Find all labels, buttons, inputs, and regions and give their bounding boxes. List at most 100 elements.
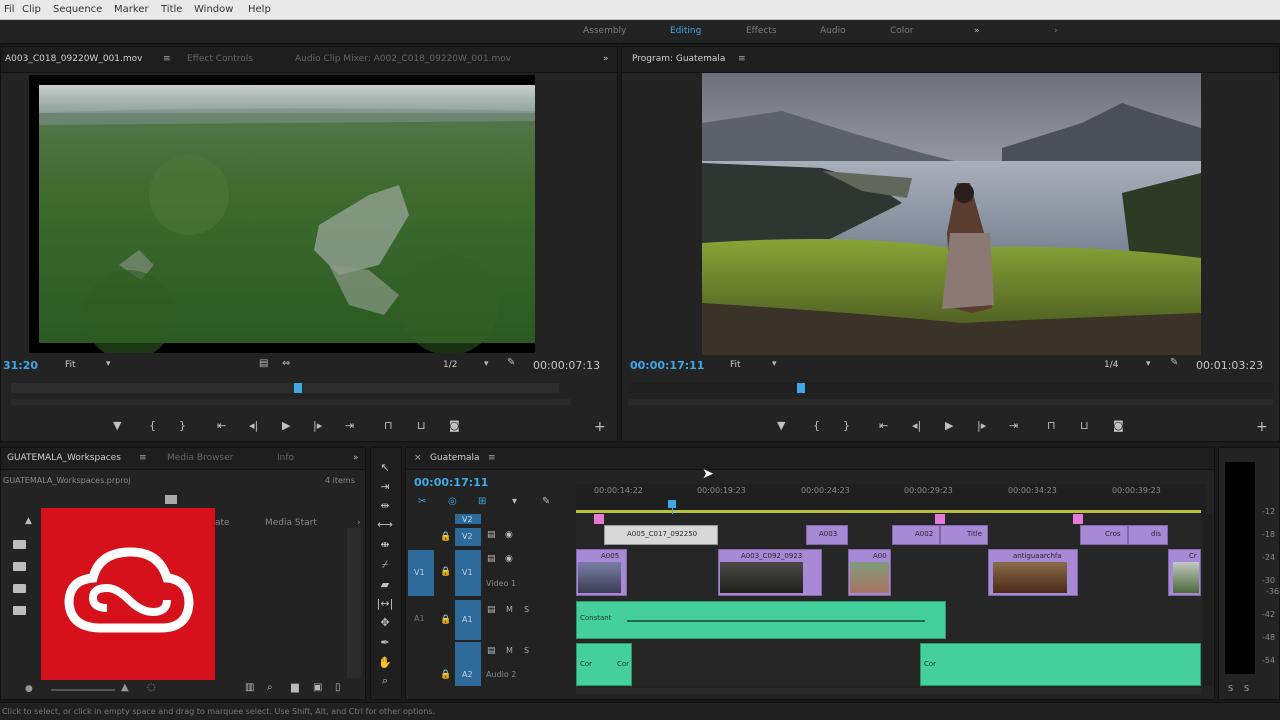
mountain-large-icon[interactable]: ▲ (121, 682, 129, 693)
go-to-out-icon[interactable]: ⇥ (345, 419, 354, 432)
clip-v1[interactable]: antiguaarchfa (988, 549, 1078, 596)
new-item-icon[interactable]: ▣ (313, 682, 322, 693)
column-header-media-start[interactable]: Media Start (265, 518, 317, 528)
source-fit-select[interactable]: Fit (65, 360, 76, 370)
mute-button[interactable]: M (506, 646, 513, 655)
clip-v2[interactable]: dis (1128, 525, 1168, 545)
project-tab-menu-icon[interactable]: ≡ (139, 453, 147, 463)
timeline-marker[interactable] (935, 514, 945, 524)
workspace-color[interactable]: Color (890, 26, 914, 36)
program-playhead-timecode[interactable]: 00:00:17:11 (630, 359, 704, 372)
clip-a2[interactable]: Cor (920, 643, 1201, 686)
clip-v1[interactable]: A00 (848, 549, 891, 596)
program-playhead[interactable] (797, 383, 805, 393)
track-select-tool-icon[interactable]: ⇥ (376, 480, 394, 496)
tab-project[interactable]: GUATEMALA_Workspaces (7, 453, 121, 463)
tab-program[interactable]: Program: Guatemala (632, 54, 725, 64)
column-scroll-icon[interactable]: › (357, 518, 361, 528)
tab-audio-clip-mixer[interactable]: Audio Clip Mixer: A002_C018_09220W_001.m… (295, 54, 511, 64)
menu-help[interactable]: Help (248, 4, 271, 15)
program-go-to-out-icon[interactable]: ⇥ (1009, 419, 1018, 432)
program-play-icon[interactable]: ▶ (945, 419, 953, 432)
clip-a1[interactable]: Constant (576, 601, 946, 639)
program-add-marker-icon[interactable]: ▼ (777, 419, 785, 432)
project-scrollbar[interactable] (347, 528, 361, 678)
automate-icon[interactable]: ▥ (245, 682, 254, 693)
menu-clip[interactable]: Clip (22, 4, 41, 15)
slip-tool-icon[interactable]: |↔| (376, 597, 394, 613)
lock-icon[interactable]: 🔒 (440, 567, 451, 577)
bin-folder-icon[interactable] (13, 584, 26, 593)
hand-tool-icon[interactable]: ✋ (376, 656, 394, 672)
tab-sequence[interactable]: Guatemala (430, 453, 480, 463)
program-settings-wrench-icon[interactable]: ✎ (1170, 357, 1178, 368)
drag-audio-icon[interactable]: ⇔ (282, 358, 290, 369)
tab-media-browser[interactable]: Media Browser (167, 453, 233, 463)
selection-tool-icon[interactable]: ↖ (376, 461, 394, 477)
workspace-editing[interactable]: Editing (670, 26, 701, 36)
menu-marker[interactable]: Marker (114, 4, 149, 15)
panel-overflow-icon[interactable]: » (603, 54, 609, 64)
add-button-icon[interactable]: + (594, 419, 606, 435)
timeline-horizontal-scrollbar[interactable] (576, 688, 1201, 694)
lock-icon[interactable]: 🔒 (440, 615, 451, 625)
clip-v2-title[interactable]: Title (940, 525, 988, 545)
step-back-icon[interactable]: ◂| (249, 419, 258, 432)
project-overflow-icon[interactable]: » (353, 453, 359, 463)
workspace-menu-icon[interactable]: › (1054, 26, 1058, 36)
linked-selection-icon[interactable]: ◎ (448, 496, 457, 507)
program-fit-select[interactable]: Fit (730, 360, 741, 370)
rate-stretch-tool-icon[interactable]: ⇼ (376, 538, 394, 554)
source-resolution-select[interactable]: 1/2 (443, 360, 457, 370)
program-step-forward-icon[interactable]: |▸ (977, 419, 986, 432)
program-add-button-icon[interactable]: + (1256, 419, 1268, 435)
menu-file[interactable]: Fil (4, 4, 15, 15)
toggle-sync-icon[interactable]: ▤ (487, 530, 496, 540)
insert-icon[interactable]: ⊓ (384, 419, 393, 432)
add-marker-icon[interactable]: ▼ (113, 419, 121, 432)
mute-button[interactable]: M (506, 605, 513, 614)
rolling-edit-tool-icon[interactable]: ⟷ (376, 518, 394, 534)
clip-v1[interactable]: Cr (1168, 549, 1201, 596)
timeline-timecode[interactable]: 00:00:17:11 (414, 476, 488, 489)
timeline-marker[interactable] (1073, 514, 1083, 524)
mark-out-icon[interactable]: } (179, 419, 186, 432)
tab-effect-controls[interactable]: Effect Controls (187, 54, 253, 64)
sort-arrow-icon[interactable]: ▲ (25, 516, 32, 526)
source-zoom-scrollbar[interactable] (11, 399, 571, 405)
overwrite-icon[interactable]: ⊔ (417, 419, 426, 432)
workspace-overflow-icon[interactable]: » (974, 26, 980, 36)
audio-volume-line[interactable] (627, 620, 925, 622)
extract-icon[interactable]: ⊔ (1080, 419, 1089, 432)
toggle-sync-icon[interactable]: ▤ (487, 646, 496, 656)
work-area-bar[interactable] (576, 510, 1201, 513)
pen-tool-icon[interactable]: ✒ (376, 636, 394, 652)
timeline-vertical-scrollbar[interactable] (1203, 514, 1213, 686)
clip-v2[interactable]: A002 (892, 525, 940, 545)
zoom-slider[interactable] (51, 689, 115, 691)
go-to-in-icon[interactable]: ⇤ (217, 419, 226, 432)
workspace-assembly[interactable]: Assembly (583, 26, 626, 36)
slide-tool-icon[interactable]: ✥ (376, 616, 394, 632)
program-mark-in-icon[interactable]: { (813, 419, 820, 432)
bin-folder-icon[interactable] (13, 606, 26, 615)
timeline-marker[interactable] (594, 514, 604, 524)
program-resolution-dropdown-icon[interactable]: ▾ (1146, 359, 1151, 369)
workspace-effects[interactable]: Effects (746, 26, 777, 36)
sort-icons-icon[interactable]: ◌ (147, 682, 156, 693)
meter-solo-right[interactable]: S (1244, 684, 1249, 693)
nest-icon[interactable]: ⊞ (478, 496, 486, 507)
tab-menu-icon[interactable]: ≡ (163, 54, 171, 64)
workspace-audio[interactable]: Audio (820, 26, 846, 36)
meter-solo-left[interactable]: S (1228, 684, 1233, 693)
program-export-frame-icon[interactable]: ◙ (1113, 419, 1124, 432)
menu-sequence[interactable]: Sequence (53, 4, 102, 15)
menu-window[interactable]: Window (194, 4, 233, 15)
clip-v1[interactable]: A003_C092_0923 (718, 549, 822, 596)
toggle-sync-icon[interactable]: ▤ (487, 554, 496, 564)
list-view-icon[interactable]: ● (25, 684, 33, 694)
clip-v1[interactable]: A005 (576, 549, 627, 596)
program-zoom-scrollbar[interactable] (628, 399, 1273, 405)
menu-title[interactable]: Title (161, 4, 182, 15)
timeline-settings-wrench-icon[interactable]: ✎ (542, 496, 550, 507)
